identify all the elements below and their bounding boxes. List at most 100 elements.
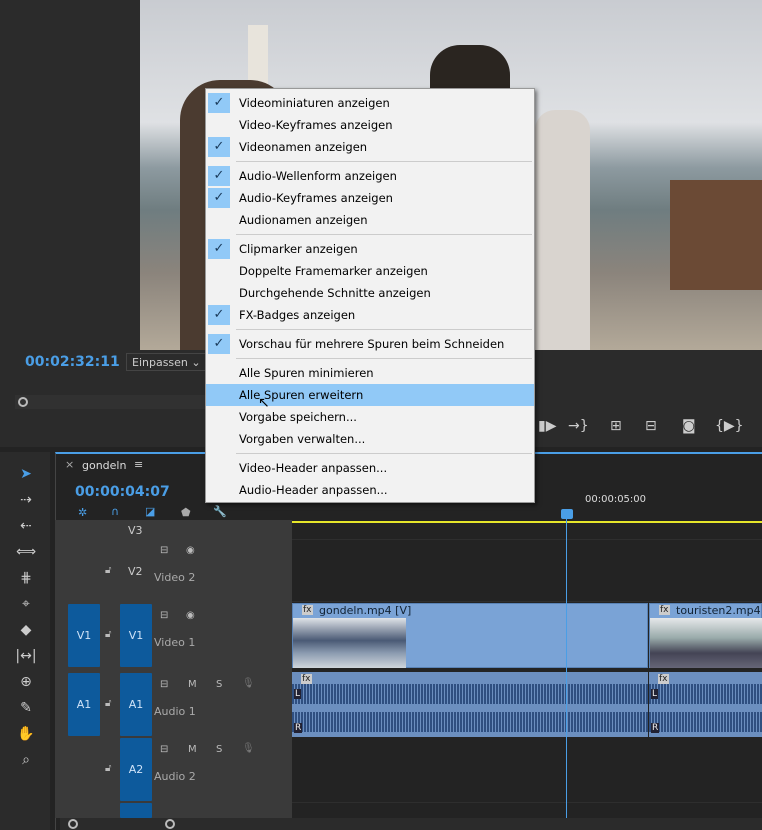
lock-icon[interactable]: 🔓︎ xyxy=(105,629,111,640)
playhead-handle[interactable] xyxy=(18,397,28,407)
menu-item[interactable]: Vorgaben verwalten... xyxy=(206,428,534,450)
rolling-edit-icon[interactable]: ⟺ xyxy=(14,544,38,560)
menu-item[interactable]: ✓ Clipmarker anzeigen xyxy=(206,238,534,260)
snap-icon[interactable]: ∩ xyxy=(111,505,119,518)
slip-icon[interactable]: ◆ xyxy=(14,622,38,638)
menu-separator xyxy=(236,453,532,454)
wrench-icon[interactable]: 🔧 xyxy=(213,505,227,518)
program-timecode[interactable]: 00:02:32:11 xyxy=(25,354,120,370)
lock-icon[interactable]: 🔓︎ xyxy=(105,698,111,709)
sync-lock-icon[interactable]: ⊟ xyxy=(160,610,168,621)
clip-gondeln[interactable]: fx gondeln.mp4 [V] xyxy=(292,603,648,668)
playhead-line xyxy=(566,519,567,819)
mute-button[interactable]: M xyxy=(188,744,197,755)
source-a1-patch[interactable]: A1 xyxy=(68,673,100,736)
step-forward-icon[interactable]: ▮▶ xyxy=(538,418,556,434)
menu-separator xyxy=(236,329,532,330)
channel-left: L xyxy=(651,689,659,699)
pen-icon[interactable]: ⊕ xyxy=(14,674,38,690)
source-v1-patch[interactable]: V1 xyxy=(68,604,100,667)
microphone-icon[interactable]: 🎙︎ xyxy=(242,678,255,689)
clip-name: touristen2.mp4 [V] xyxy=(676,604,762,617)
menu-item[interactable]: ✓ FX-Badges anzeigen xyxy=(206,304,534,326)
solo-button[interactable]: S xyxy=(216,744,222,755)
panel-menu-icon[interactable]: ≡ xyxy=(134,458,143,471)
zoom-icon[interactable]: ✋ xyxy=(14,726,38,742)
menu-item[interactable]: ✓ Videominiaturen anzeigen xyxy=(206,92,534,114)
sync-lock-icon[interactable]: ⊟ xyxy=(160,679,168,690)
audio-clip-touristen2[interactable]: fx L R xyxy=(649,672,762,737)
channel-right: R xyxy=(294,723,303,733)
menu-item-label: Audionamen anzeigen xyxy=(239,213,368,227)
sync-lock-icon[interactable]: ⊟ xyxy=(160,545,168,556)
menu-item[interactable]: ✓ Audio-Keyframes anzeigen xyxy=(206,187,534,209)
track-a3-target[interactable] xyxy=(120,803,152,818)
sync-lock-icon[interactable]: ⊟ xyxy=(160,744,168,755)
hand-icon[interactable]: ✎ xyxy=(14,700,38,716)
go-to-out-icon[interactable]: →} xyxy=(568,418,589,434)
mute-button[interactable]: M xyxy=(188,679,197,690)
solo-button[interactable]: S xyxy=(216,679,222,690)
menu-item[interactable]: ✓ Audio-Wellenform anzeigen xyxy=(206,165,534,187)
menu-item[interactable]: Audionamen anzeigen xyxy=(206,209,534,231)
menu-item-label: Video-Keyframes anzeigen xyxy=(239,118,393,132)
lane-a2[interactable] xyxy=(292,738,762,803)
sequence-tab[interactable]: gondeln xyxy=(82,459,126,472)
timeline-zoom-scrollbar[interactable] xyxy=(60,818,762,830)
playhead-handle[interactable] xyxy=(561,509,573,519)
checkmark-icon: ✓ xyxy=(208,239,230,259)
lane-v2[interactable] xyxy=(292,540,762,602)
tools-panel: ➤ ⇢ ⇠ ⟺ ⋕ ⌖ ◆ |↔| ⊕ ✎ ✋ ⌕ xyxy=(0,452,50,830)
menu-item[interactable]: Alle Spuren erweitern ↖ xyxy=(206,384,534,411)
rate-stretch-icon[interactable]: ⋕ xyxy=(14,570,38,586)
magnifier-icon[interactable]: ⌕ xyxy=(14,752,38,768)
waveform-right xyxy=(649,712,762,732)
menu-item-label: Vorgaben verwalten... xyxy=(239,432,366,446)
menu-item[interactable]: ✓ Vorschau für mehrere Spuren beim Schnei… xyxy=(206,333,534,355)
linked-selection-icon[interactable]: ◪ xyxy=(145,505,155,518)
track-v2-name: Video 2 xyxy=(154,571,196,584)
menu-item[interactable]: Vorgabe speichern... xyxy=(206,406,534,428)
track-v1-name: Video 1 xyxy=(154,636,196,649)
lock-icon[interactable]: 🔓︎ xyxy=(105,565,111,576)
track-a2-target[interactable]: A2 xyxy=(120,738,152,801)
eye-icon[interactable]: ◉ xyxy=(186,610,195,621)
lane-v3[interactable] xyxy=(292,520,762,540)
track-a1-target[interactable]: A1 xyxy=(120,673,152,736)
track-select-icon[interactable]: ⇢ xyxy=(14,492,38,508)
menu-item[interactable]: Alle Spuren minimieren xyxy=(206,362,534,384)
menu-item[interactable]: Durchgehende Schnitte anzeigen xyxy=(206,282,534,304)
audio-clip-gondeln[interactable]: fx L R xyxy=(292,672,648,737)
microphone-icon[interactable]: 🎙︎ xyxy=(242,743,255,754)
overwrite-icon[interactable]: ⊟ xyxy=(645,418,657,434)
nest-icon[interactable]: ✲ xyxy=(78,506,87,519)
lock-icon[interactable]: 🔓︎ xyxy=(105,763,111,774)
scroll-handle-right[interactable] xyxy=(165,819,175,829)
fit-dropdown[interactable]: Einpassen ⌄ xyxy=(126,353,208,371)
menu-item-label: Vorgabe speichern... xyxy=(239,410,357,424)
scroll-handle-left[interactable] xyxy=(68,819,78,829)
insert-icon[interactable]: ⊞ xyxy=(610,418,622,434)
menu-item[interactable]: Doppelte Framemarker anzeigen xyxy=(206,260,534,282)
slide-icon[interactable]: |↔| xyxy=(14,648,38,664)
selection-tool-icon[interactable]: ➤ xyxy=(14,466,38,482)
menu-item[interactable]: ✓ Videonamen anzeigen xyxy=(206,136,534,158)
timeline-timecode[interactable]: 00:00:04:07 xyxy=(75,484,170,500)
menu-item[interactable]: Video-Header anpassen... xyxy=(206,457,534,479)
menu-separator xyxy=(236,234,532,235)
checkmark-icon: ✓ xyxy=(208,93,230,113)
menu-item[interactable]: Video-Keyframes anzeigen xyxy=(206,114,534,136)
menu-item-label: FX-Badges anzeigen xyxy=(239,308,356,322)
track-v1-target[interactable]: V1 xyxy=(120,604,152,667)
clip-touristen2[interactable]: fx touristen2.mp4 [V] xyxy=(649,603,762,668)
menu-item[interactable]: Audio-Header anpassen... xyxy=(206,479,534,501)
ripple-edit-icon[interactable]: ⇠ xyxy=(14,518,38,534)
eye-icon[interactable]: ◉ xyxy=(186,545,195,556)
track-v2-label[interactable]: V2 xyxy=(128,565,143,578)
add-marker-icon[interactable]: ⬟ xyxy=(181,506,191,519)
button-editor-icon[interactable]: {▶} xyxy=(715,418,744,434)
close-tab-icon[interactable]: × xyxy=(65,458,74,471)
camera-icon[interactable]: ◙ xyxy=(682,418,696,434)
menu-item-label: Vorschau für mehrere Spuren beim Schneid… xyxy=(239,337,505,351)
razor-icon[interactable]: ⌖ xyxy=(14,596,38,612)
